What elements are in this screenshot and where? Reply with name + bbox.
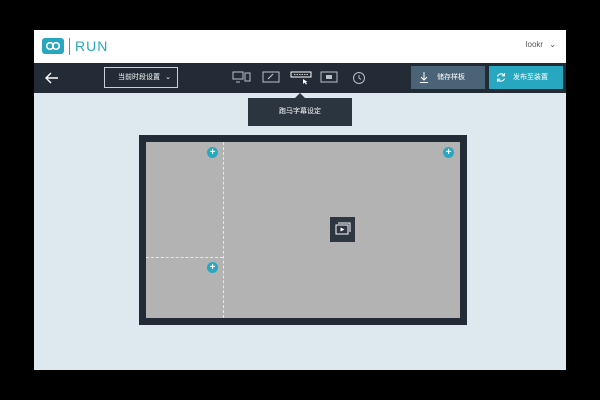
marquee-icon[interactable] [290,71,312,85]
screens-icon[interactable] [232,71,252,83]
zone-divider-horizontal[interactable] [146,257,223,258]
toolbar: 当前时段设置 ⌄ 储存样板 发布至装置 [34,63,566,93]
back-arrow-icon[interactable] [42,69,62,87]
zone-divider-vertical[interactable] [223,142,224,318]
edit-icon[interactable] [262,71,280,83]
user-name: lookr [525,40,544,49]
add-content-button-main[interactable]: + [443,147,454,158]
top-header: RUN lookr ⌄ [34,30,566,63]
screen-canvas[interactable]: + + + [146,142,460,318]
save-template-button[interactable]: 储存样板 [411,66,485,89]
publish-to-device-button[interactable]: 发布至装置 [489,66,563,89]
infinity-logo-icon [42,38,64,54]
logo-divider [69,38,70,55]
period-settings-select[interactable]: 当前时段设置 ⌄ [104,67,178,88]
user-menu[interactable]: lookr ⌄ [526,40,556,49]
save-template-label: 储存样板 [437,74,465,81]
period-select-label: 当前时段设置 [118,74,160,81]
download-icon [419,66,429,99]
marquee-settings-tooltip: 跑马字幕设定 [248,93,352,126]
chevron-down-icon: ⌄ [165,74,171,81]
add-content-button-left-bottom[interactable]: + [207,262,218,273]
chevron-down-icon: ⌄ [549,40,556,49]
app-window: RUN lookr ⌄ 当前时段设置 ⌄ 储存样板 发布至装置 跑马字幕设定 +… [34,30,566,370]
media-slideshow-icon[interactable] [330,217,355,242]
publish-label: 发布至装置 [513,74,548,81]
brand-name: RUN [75,38,109,54]
screen-frame: + + + [139,135,467,325]
add-content-button-left-top[interactable]: + [207,147,218,158]
sync-icon [495,66,507,99]
clock-icon[interactable] [352,71,366,85]
display-icon[interactable] [320,71,338,83]
